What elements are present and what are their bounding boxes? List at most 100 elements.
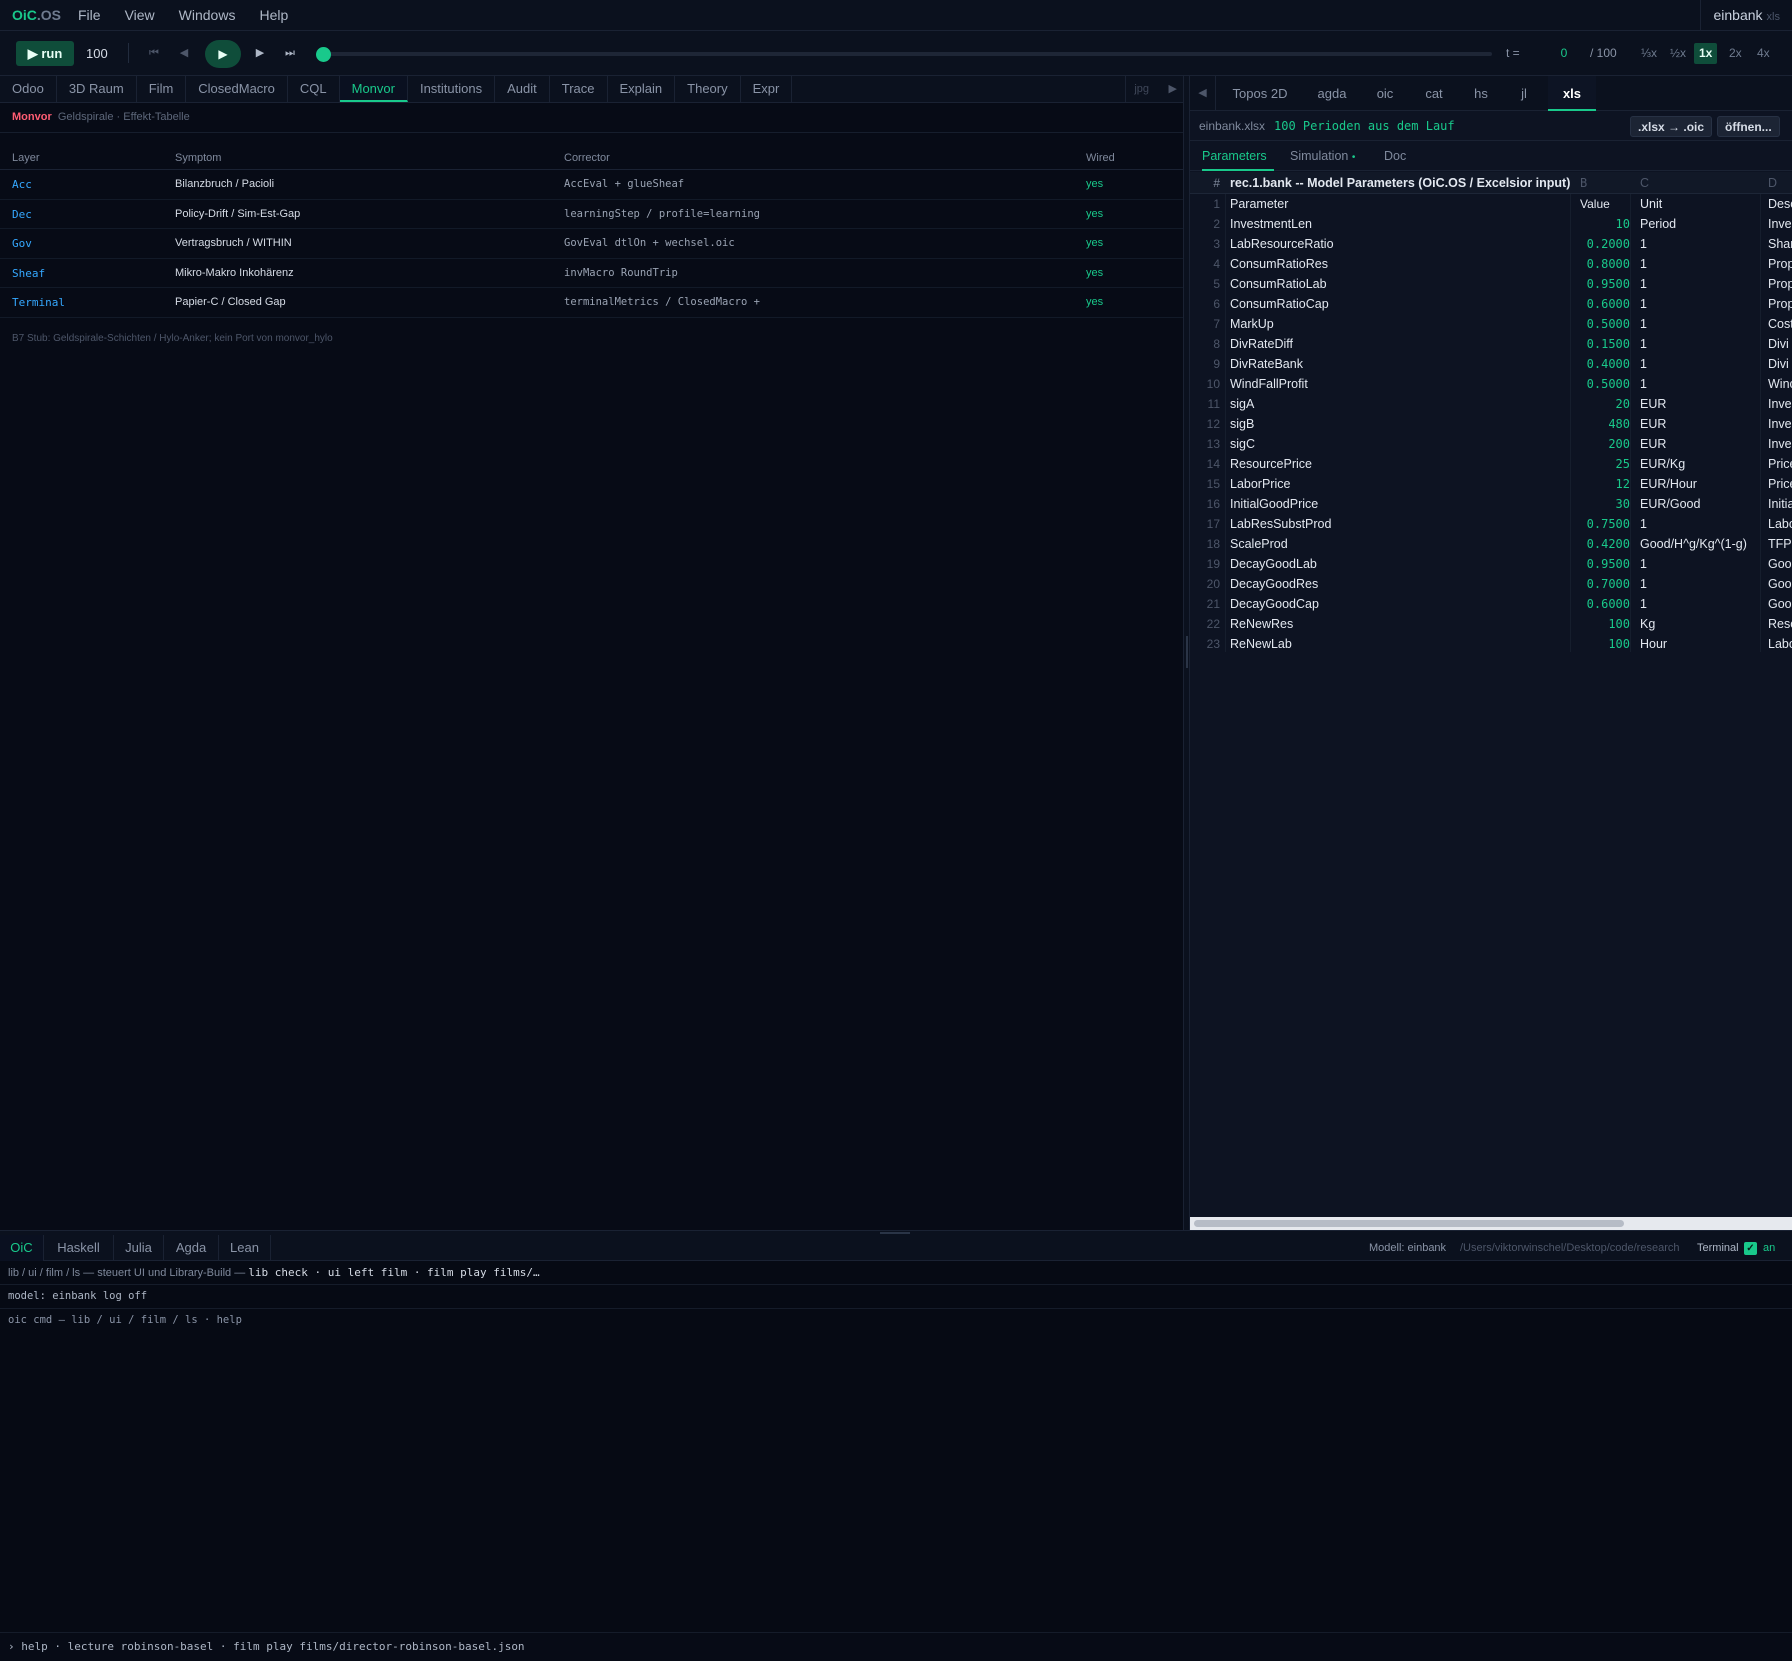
tab-julia[interactable]: Julia [114,1235,164,1261]
cell-a[interactable]: ConsumRatioRes [1230,254,1570,274]
cell-a[interactable]: sigC [1230,434,1570,454]
sheet-row[interactable]: 10WindFallProfit0.50001Winc [1190,374,1792,394]
cell-c[interactable]: 1 [1640,374,1760,394]
cell-c[interactable]: EUR [1640,414,1760,434]
timeline-track[interactable] [325,52,1492,56]
sheet-row[interactable]: 7MarkUp0.50001Cost [1190,314,1792,334]
cell-d[interactable]: Shar [1768,234,1792,254]
cell-c[interactable]: 1 [1640,254,1760,274]
sheet-row[interactable]: 12sigB480EURInve [1190,414,1792,434]
table-row[interactable]: Sheaf Mikro-Makro Inkohärenz invMacro Ro… [0,259,1183,289]
tab-audit[interactable]: Audit [495,76,550,102]
cell-b[interactable]: 10 [1575,214,1630,234]
cell-b[interactable]: 25 [1575,454,1630,474]
cell-d[interactable]: Labo [1768,514,1792,534]
sheet-row[interactable]: 14ResourcePrice25EUR/KgPrice [1190,454,1792,474]
cell-b[interactable]: 0.4200 [1575,534,1630,554]
cell-d[interactable]: Divi [1768,334,1792,354]
terminal-checkbox[interactable]: ✓ [1744,1242,1757,1255]
cell-c[interactable]: EUR/Kg [1640,454,1760,474]
open-button[interactable]: öffnen... [1717,116,1780,137]
cell-a[interactable]: LaborPrice [1230,474,1570,494]
cell-c[interactable]: EUR/Good [1640,494,1760,514]
cell-c[interactable]: 1 [1640,594,1760,614]
cell-b[interactable]: 0.9500 [1575,554,1630,574]
time-value[interactable]: 0 [1553,41,1575,66]
sheet-row[interactable]: 11sigA20EURInve [1190,394,1792,414]
cell-d[interactable]: Goo [1768,594,1792,614]
cell-a[interactable]: WindFallProfit [1230,374,1570,394]
cell-d[interactable]: Inve [1768,214,1792,234]
cell-a[interactable]: ReNewLab [1230,634,1570,654]
cell-c[interactable]: 1 [1640,554,1760,574]
step-forward-icon[interactable]: ▶ [250,41,270,66]
cell-b[interactable]: 12 [1575,474,1630,494]
sheet-row[interactable]: 6ConsumRatioCap0.60001Prop [1190,294,1792,314]
cell-a[interactable]: InvestmentLen [1230,214,1570,234]
tab-parameters[interactable]: Parameters [1202,141,1274,171]
cell-d[interactable]: Cost [1768,314,1792,334]
tab-institutions[interactable]: Institutions [408,76,495,102]
cell-a[interactable]: sigB [1230,414,1570,434]
cell-d[interactable]: Inve [1768,414,1792,434]
cell-b[interactable]: 20 [1575,394,1630,414]
cell-b[interactable]: 0.7000 [1575,574,1630,594]
command-prompt[interactable]: oic cmd — lib / ui / film / ls · help [8,1314,242,1326]
cell-b[interactable]: 0.7500 [1575,514,1630,534]
cell-b[interactable]: 100 [1575,614,1630,634]
sheet-row[interactable]: 8DivRateDiff0.15001Divi [1190,334,1792,354]
cell-a[interactable]: DecayGoodCap [1230,594,1570,614]
cell-d[interactable]: Reso [1768,614,1792,634]
cell-a[interactable]: Parameter [1230,194,1570,214]
tab-theory[interactable]: Theory [675,76,740,102]
vertical-splitter[interactable] [1183,76,1190,1230]
table-row[interactable]: Acc Bilanzbruch / Pacioli AccEval + glue… [0,170,1183,200]
speed-1x[interactable]: 1x [1694,43,1717,64]
tab-lean[interactable]: Lean [219,1235,271,1261]
cell-c[interactable]: Kg [1640,614,1760,634]
tab-monvor[interactable]: Monvor [340,76,408,102]
cell-d[interactable]: Price [1768,474,1792,494]
cell-d[interactable]: Desc [1768,194,1792,214]
cell-c[interactable]: 1 [1640,334,1760,354]
tab-trace[interactable]: Trace [550,76,608,102]
cell-a[interactable]: sigA [1230,394,1570,414]
cell-d[interactable]: Goo [1768,554,1792,574]
export-jpg-button[interactable]: jpg [1125,76,1157,102]
speed-half[interactable]: ½x [1665,43,1691,64]
cell-a[interactable]: DivRateBank [1230,354,1570,374]
cell-c[interactable]: 1 [1640,354,1760,374]
cell-a[interactable]: ConsumRatioLab [1230,274,1570,294]
cell-d[interactable]: Inve [1768,394,1792,414]
menu-view[interactable]: View [113,0,167,31]
speed-third[interactable]: ⅓x [1636,43,1662,64]
tab-agda-console[interactable]: Agda [164,1235,219,1261]
sheet-row[interactable]: 2InvestmentLen10PeriodInve [1190,214,1792,234]
sheet-row[interactable]: 21DecayGoodCap0.60001Goo [1190,594,1792,614]
cell-c[interactable]: 1 [1640,294,1760,314]
cell-d[interactable]: Prop [1768,274,1792,294]
cell-c[interactable]: EUR [1640,394,1760,414]
convert-button[interactable]: .xlsx → .oic [1630,116,1712,137]
sheet-row[interactable]: 16InitialGoodPrice30EUR/GoodInitia [1190,494,1792,514]
cell-c[interactable]: 1 [1640,514,1760,534]
cell-a[interactable]: InitialGoodPrice [1230,494,1570,514]
splitter-grip[interactable] [1186,636,1188,668]
column-b-header[interactable]: B [1580,172,1635,194]
cell-a[interactable]: DivRateDiff [1230,334,1570,354]
cell-b[interactable]: 480 [1575,414,1630,434]
cell-c[interactable]: Unit [1640,194,1760,214]
cell-c[interactable]: Good/H^g/Kg^(1-g) [1640,534,1760,554]
tab-doc[interactable]: Doc [1384,141,1406,171]
cell-d[interactable]: Inve [1768,434,1792,454]
horizontal-scrollbar[interactable] [1190,1217,1792,1230]
cell-b[interactable]: 0.5000 [1575,374,1630,394]
cell-b[interactable]: 0.2000 [1575,234,1630,254]
tab-film[interactable]: Film [137,76,187,102]
cell-b[interactable]: Value [1580,194,1635,214]
sheet-row[interactable]: 20DecayGoodRes0.70001Goo [1190,574,1792,594]
cell-a[interactable]: ConsumRatioCap [1230,294,1570,314]
cell-b[interactable]: 0.6000 [1575,294,1630,314]
cell-a[interactable]: DecayGoodRes [1230,574,1570,594]
cell-d[interactable]: Initia [1768,494,1792,514]
